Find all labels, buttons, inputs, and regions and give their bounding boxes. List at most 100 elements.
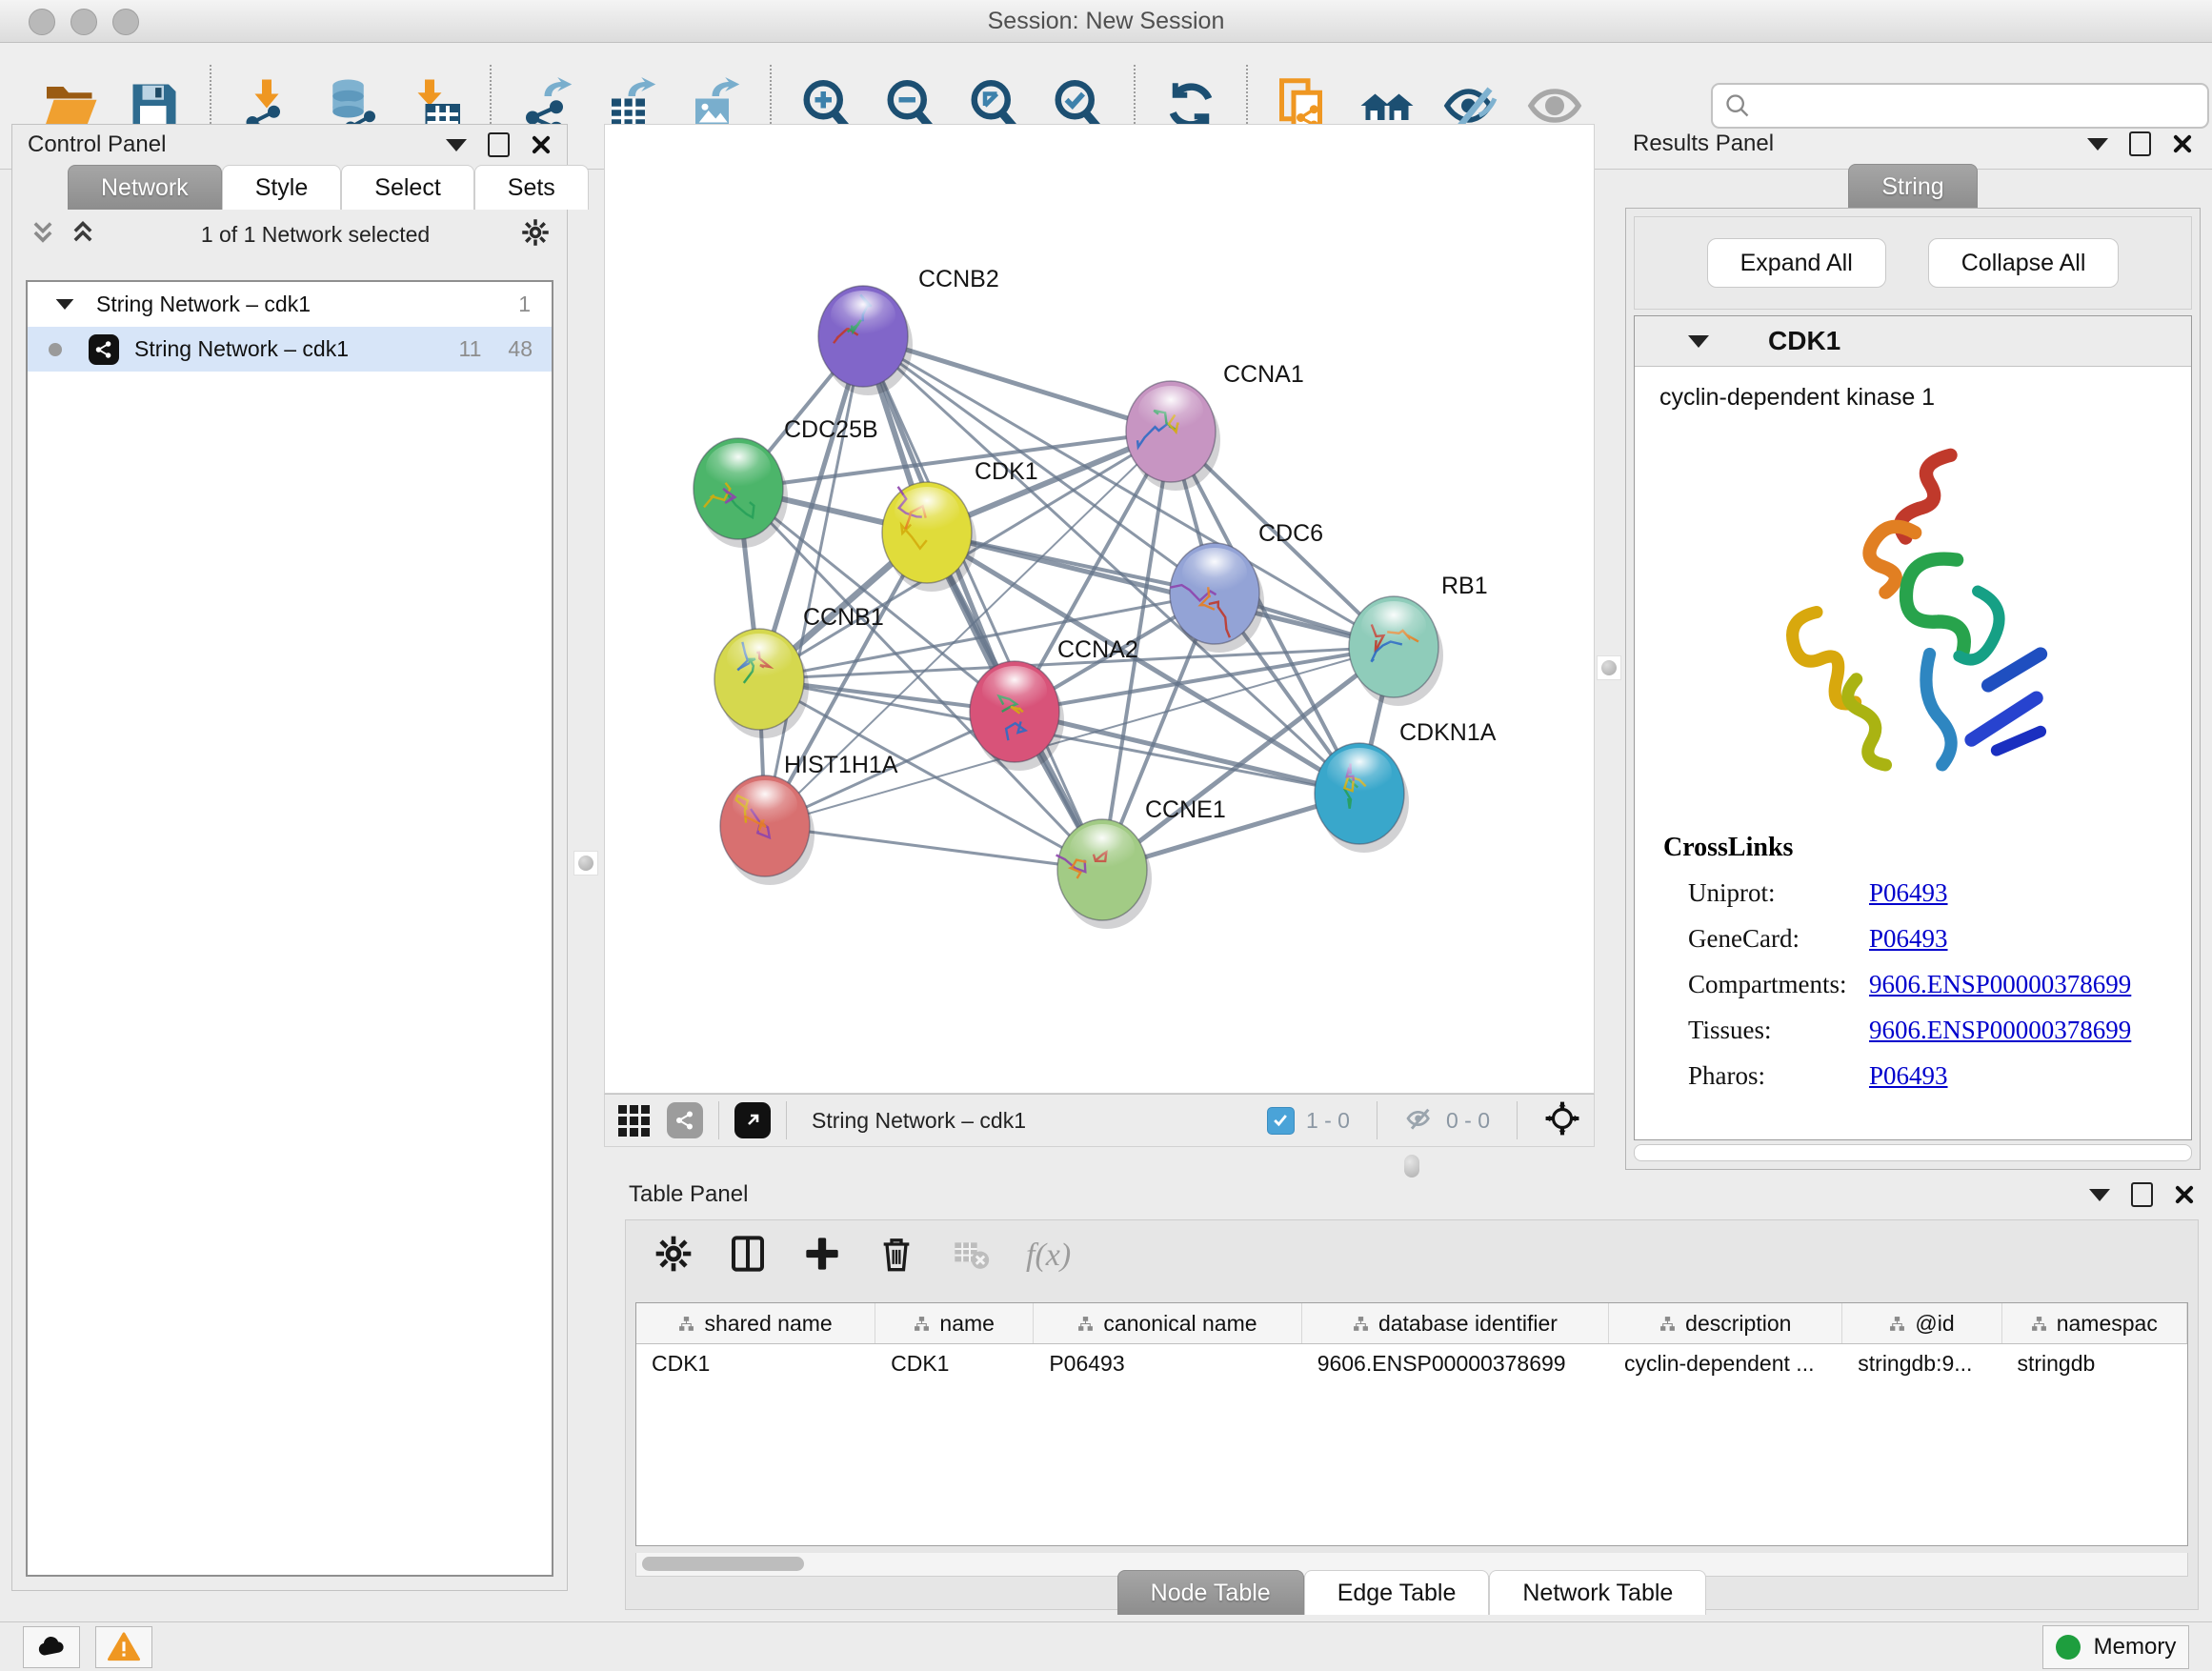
column-header-namespac[interactable]: namespac	[2002, 1303, 2187, 1343]
maximize-panel-icon[interactable]	[488, 132, 510, 157]
float-panel-icon[interactable]	[2089, 1189, 2110, 1201]
close-panel-icon[interactable]	[2172, 133, 2193, 154]
right-splitter-handle[interactable]	[1597, 655, 1621, 680]
expand-all-button[interactable]: Expand All	[1707, 238, 1886, 288]
node-label-CCNE1: CCNE1	[1145, 796, 1226, 823]
window-title: Session: New Session	[0, 8, 2212, 35]
edge-CDK1-RB1[interactable]	[927, 533, 1394, 647]
node-CCNE1[interactable]: CCNE1	[1056, 796, 1226, 929]
share-icon[interactable]	[667, 1102, 703, 1138]
node-CCNA2[interactable]: CCNA2	[970, 636, 1138, 771]
birdseye-icon[interactable]	[734, 1102, 771, 1138]
crosslink-link[interactable]: 9606.ENSP00000378699	[1869, 1016, 2131, 1045]
function-builder-icon: f(x)	[1026, 1238, 1071, 1274]
left-splitter-handle[interactable]	[573, 851, 598, 876]
tab-network-table[interactable]: Network Table	[1489, 1570, 1706, 1615]
table-tabs: Node TableEdge TableNetwork Table	[626, 1570, 2198, 1615]
close-panel-icon[interactable]	[2174, 1184, 2195, 1205]
maximize-panel-icon[interactable]	[2131, 1182, 2153, 1207]
toolbar-divider	[1517, 1101, 1518, 1139]
crosslink-label: Tissues:	[1688, 1016, 1869, 1045]
string-results-box: Expand All Collapse All CDK1 cyclin-depe…	[1625, 208, 2201, 1170]
checkbox-icon[interactable]	[1267, 1107, 1295, 1135]
column-header-shared-name[interactable]: shared name	[636, 1303, 875, 1343]
network-status-dot	[49, 343, 62, 356]
node-CDKN1A[interactable]: CDKN1A	[1315, 719, 1497, 853]
delete-column-icon[interactable]	[877, 1235, 915, 1278]
crosslink-link[interactable]: P06493	[1869, 1061, 1948, 1091]
cloud-icon[interactable]	[23, 1626, 80, 1668]
network-row-selected[interactable]: String Network – cdk1 11 48	[28, 327, 552, 372]
crosslink-link[interactable]: P06493	[1869, 878, 1948, 908]
string-network-graph[interactable]: CCNB2CCNA1CDC25BCDK1CDC6RB1CCNB1CCNA2CDK…	[605, 125, 1596, 1095]
float-panel-icon[interactable]	[446, 139, 467, 151]
close-panel-icon[interactable]	[531, 134, 552, 155]
column-header-canonical-name[interactable]: canonical name	[1034, 1303, 1301, 1343]
table-cell[interactable]: P06493	[1034, 1344, 1301, 1384]
tab-sets[interactable]: Sets	[474, 165, 589, 210]
network-label: String Network – cdk1	[134, 336, 349, 362]
column-header-description[interactable]: description	[1609, 1303, 1842, 1343]
memory-button[interactable]: Memory	[2042, 1625, 2189, 1669]
float-panel-icon[interactable]	[2087, 138, 2108, 151]
eye-slash-icon[interactable]	[1404, 1103, 1435, 1138]
column-header-database-identifier[interactable]: database identifier	[1302, 1303, 1609, 1343]
expand-all-icon[interactable]	[70, 218, 96, 252]
edge-HIST1H1A-CCNE1[interactable]	[765, 826, 1102, 870]
node-label-CCNA1: CCNA1	[1223, 361, 1304, 388]
table-cell[interactable]: CDK1	[636, 1344, 875, 1384]
table-panel-title: Table Panel	[629, 1181, 748, 1208]
maximize-panel-icon[interactable]	[2129, 131, 2151, 156]
node-RB1[interactable]: RB1	[1349, 573, 1488, 706]
node-label-RB1: RB1	[1441, 573, 1488, 599]
grid-icon[interactable]	[618, 1105, 650, 1137]
node-table: shared namenamecanonical namedatabase id…	[635, 1302, 2188, 1546]
gene-header-row[interactable]: CDK1	[1635, 316, 2191, 367]
node-CCNB2[interactable]: CCNB2	[818, 266, 999, 395]
gear-icon[interactable]	[654, 1235, 693, 1278]
network-view-canvas[interactable]: CCNB2CCNA1CDC25BCDK1CDC6RB1CCNB1CCNA2CDK…	[604, 124, 1595, 1094]
application-window: Session: New Session	[0, 0, 2212, 1671]
tab-style[interactable]: Style	[222, 165, 342, 210]
crosslink-link[interactable]: P06493	[1869, 924, 1948, 954]
search-input[interactable]	[1711, 83, 2209, 129]
gear-icon[interactable]	[521, 218, 550, 252]
collapse-all-button[interactable]: Collapse All	[1928, 238, 2120, 288]
tab-string[interactable]: String	[1848, 164, 1977, 209]
tab-network[interactable]: Network	[68, 165, 222, 210]
tree-expand-icon[interactable]	[56, 299, 74, 310]
table-cell[interactable]: stringdb:9...	[1842, 1344, 2001, 1384]
selected-counter: 1 - 0	[1306, 1108, 1350, 1134]
crosslink-link[interactable]: 9606.ENSP00000378699	[1869, 970, 2131, 999]
collapse-gene-icon[interactable]	[1688, 335, 1709, 348]
warning-icon[interactable]	[95, 1626, 152, 1668]
table-cell[interactable]: cyclin-dependent ...	[1609, 1344, 1842, 1384]
node-CCNB1[interactable]: CCNB1	[714, 604, 884, 738]
tab-edge-table[interactable]: Edge Table	[1304, 1570, 1490, 1615]
results-scrollbar[interactable]	[1634, 1144, 2192, 1161]
collapse-all-icon[interactable]	[30, 218, 56, 252]
crosslinks-section: CrossLinks Uniprot:P06493GeneCard:P06493…	[1663, 833, 2191, 1091]
bottom-splitter-handle[interactable]	[1404, 1155, 1419, 1178]
show-columns-icon[interactable]	[729, 1235, 767, 1278]
column-header--id[interactable]: @id	[1842, 1303, 2001, 1343]
node-label-HIST1H1A: HIST1H1A	[784, 752, 898, 778]
node-CCNA1[interactable]: CCNA1	[1126, 361, 1304, 491]
node-HIST1H1A[interactable]: HIST1H1A	[720, 752, 898, 885]
table-cell[interactable]: stringdb	[2001, 1344, 2187, 1384]
table-row[interactable]: CDK1CDK1P064939606.ENSP00000378699cyclin…	[636, 1344, 2187, 1384]
edge-CCNB2-CCNE1[interactable]	[863, 336, 1102, 870]
network-collection-row[interactable]: String Network – cdk1 1	[28, 282, 552, 327]
tab-node-table[interactable]: Node Table	[1117, 1570, 1304, 1615]
tab-select[interactable]: Select	[341, 165, 473, 210]
node-label-CDC6: CDC6	[1258, 520, 1323, 547]
table-cell[interactable]: CDK1	[875, 1344, 1034, 1384]
add-column-icon[interactable]	[803, 1235, 841, 1278]
gene-description: cyclin-dependent kinase 1	[1659, 384, 2191, 412]
crosslink-label: Uniprot:	[1688, 878, 1869, 908]
column-header-name[interactable]: name	[875, 1303, 1034, 1343]
crosshair-icon[interactable]	[1544, 1100, 1580, 1141]
table-cell[interactable]: 9606.ENSP00000378699	[1302, 1344, 1609, 1384]
control-panel: Control Panel NetworkStyleSelectSets 1 o…	[11, 124, 568, 1591]
node-CDC6[interactable]: CDC6	[1170, 520, 1323, 653]
